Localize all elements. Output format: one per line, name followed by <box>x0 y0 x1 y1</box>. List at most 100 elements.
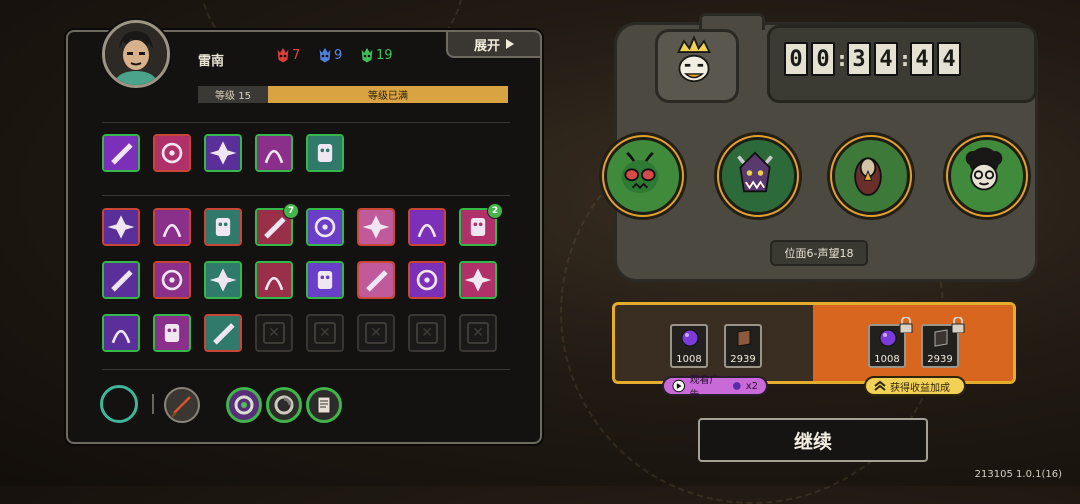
enemy-portrait[interactable] <box>827 132 915 220</box>
enemy-portrait[interactable] <box>599 132 687 220</box>
fire-face-icon[interactable] <box>306 261 344 299</box>
reward-amount: 1008 <box>874 354 900 365</box>
play-arrow-icon <box>506 39 514 49</box>
empty-slot-icon[interactable]: ✕ <box>408 314 446 352</box>
timer-colon: : <box>901 47 909 71</box>
locked-reward-area <box>813 305 1013 381</box>
x-icon: ✕ <box>365 322 387 344</box>
purple-orb-icon <box>879 329 897 347</box>
section-divider <box>102 195 510 196</box>
watch-ad-label: 观看广告 <box>689 375 720 401</box>
purple-orb-icon <box>681 329 699 347</box>
empty-slot-icon[interactable]: ✕ <box>306 314 344 352</box>
section-divider <box>102 369 510 370</box>
x-icon: ✕ <box>263 322 285 344</box>
hero-name: 雷南 <box>198 54 225 69</box>
lock-icon <box>951 317 965 333</box>
vulture-icon <box>854 157 882 196</box>
spike-wall-icon[interactable] <box>153 208 191 246</box>
reward-item[interactable]: 1008 <box>670 324 708 368</box>
expand-label: 展开 <box>473 38 500 54</box>
x-icon: ✕ <box>314 322 336 344</box>
empty-slot-icon[interactable]: ✕ <box>459 314 497 352</box>
reward-panel: 1008 2939 1008 2939 <box>612 302 1016 384</box>
reward-item[interactable]: 2939 <box>724 324 762 368</box>
timer-digit: 4 <box>874 42 898 76</box>
timer-digit: 4 <box>910 42 934 76</box>
brown-book-icon <box>737 329 751 347</box>
purple-blob-icon[interactable] <box>408 208 446 246</box>
vortex-icon[interactable] <box>204 208 242 246</box>
spiky-star-icon[interactable] <box>459 261 497 299</box>
split-wound-icon[interactable] <box>255 261 293 299</box>
empty-ring-icon[interactable] <box>100 385 138 423</box>
reward-amount: 2939 <box>927 354 953 365</box>
dark-book-icon <box>934 329 948 347</box>
countdown-timer: 0 0 : 3 4 : 4 4 <box>784 42 961 76</box>
crossed-blades-icon[interactable] <box>306 208 344 246</box>
enemy-portrait[interactable] <box>943 132 1031 220</box>
double-chevron-up-icon <box>874 380 886 391</box>
spiral-coin-icon[interactable] <box>204 314 242 352</box>
green-spiral-icon[interactable] <box>226 387 262 423</box>
timer-colon: : <box>838 47 846 71</box>
grey-spiral-icon[interactable] <box>266 387 302 423</box>
level-bar: 等级 15 等级已满 <box>198 86 508 103</box>
watch-ad-button[interactable]: 观看广告 x2 <box>662 375 768 401</box>
plane-reputation-label: 位面6-声望18 <box>770 240 868 266</box>
dripping-slime-icon[interactable] <box>102 261 140 299</box>
eye-sigil-icon[interactable] <box>357 208 395 246</box>
green-mask-count: 19 <box>376 47 393 63</box>
curly-hair-kid-icon <box>965 147 1003 191</box>
expand-button[interactable]: 展开 <box>446 30 542 58</box>
boss-portrait-frame <box>655 29 739 103</box>
machine-top-pipe <box>699 13 765 30</box>
reward-amount: 2939 <box>730 354 756 365</box>
lightning-claw-icon[interactable] <box>357 261 395 299</box>
moth-demon-icon <box>621 151 659 194</box>
timer-digit: 4 <box>937 42 961 76</box>
green-mask-icon <box>360 46 374 64</box>
ghost-figure-icon[interactable] <box>306 134 344 172</box>
pine-arrows-icon[interactable] <box>408 261 446 299</box>
empty-slot-icon[interactable]: ✕ <box>255 314 293 352</box>
continue-button[interactable]: 继续 <box>698 418 928 462</box>
empty-slot-icon[interactable]: ✕ <box>357 314 395 352</box>
reward-amount: 1008 <box>676 354 702 365</box>
enemy-portrait[interactable] <box>714 132 802 220</box>
lock-icon <box>899 317 913 333</box>
red-crossbones-icon[interactable] <box>153 261 191 299</box>
x-icon: ✕ <box>467 322 489 344</box>
purple-orb-icon <box>733 382 741 390</box>
nerve-web-icon[interactable] <box>153 314 191 352</box>
timer-digit: 3 <box>847 42 871 76</box>
blue-mask-icon <box>318 46 332 64</box>
triskelion-icon[interactable] <box>204 134 242 172</box>
dark-bird-icon[interactable] <box>102 314 140 352</box>
red-mask-stat: 7 <box>276 46 300 64</box>
stack-count-badge: 7 <box>283 203 299 219</box>
red-mask-icon <box>276 46 290 64</box>
x-icon: ✕ <box>416 322 438 344</box>
version-label: 213105 1.0.1(16) <box>974 469 1062 480</box>
plant-cross-icon[interactable] <box>102 208 140 246</box>
fist-strike-icon[interactable] <box>153 134 191 172</box>
red-mask-count: 7 <box>292 47 301 63</box>
feather-blade-icon[interactable] <box>255 134 293 172</box>
claw-slash-icon[interactable] <box>102 134 140 172</box>
timer-frame: 0 0 : 3 4 : 4 4 <box>767 25 1037 103</box>
crowned-boss-icon <box>677 35 711 83</box>
horned-beast-icon <box>737 151 773 193</box>
level-status: 等级已满 <box>268 86 508 103</box>
hero-panel: 雷南 7 9 19 展开 等级 15 等级已满 7 2 ✕ ✕ ✕ ✕ ✕ <box>66 20 542 444</box>
timer-digit: 0 <box>811 42 835 76</box>
hero-avatar[interactable] <box>102 20 170 88</box>
blue-mask-stat: 9 <box>318 46 342 64</box>
stack-count-badge: 2 <box>487 203 503 219</box>
target-gem-icon[interactable] <box>204 261 242 299</box>
section-divider <box>102 122 510 123</box>
bonus-button[interactable]: 获得收益加成 <box>864 376 966 396</box>
scroll-icon[interactable] <box>306 387 342 423</box>
fire-sword-icon[interactable] <box>164 387 200 423</box>
play-circle-icon <box>672 379 686 393</box>
